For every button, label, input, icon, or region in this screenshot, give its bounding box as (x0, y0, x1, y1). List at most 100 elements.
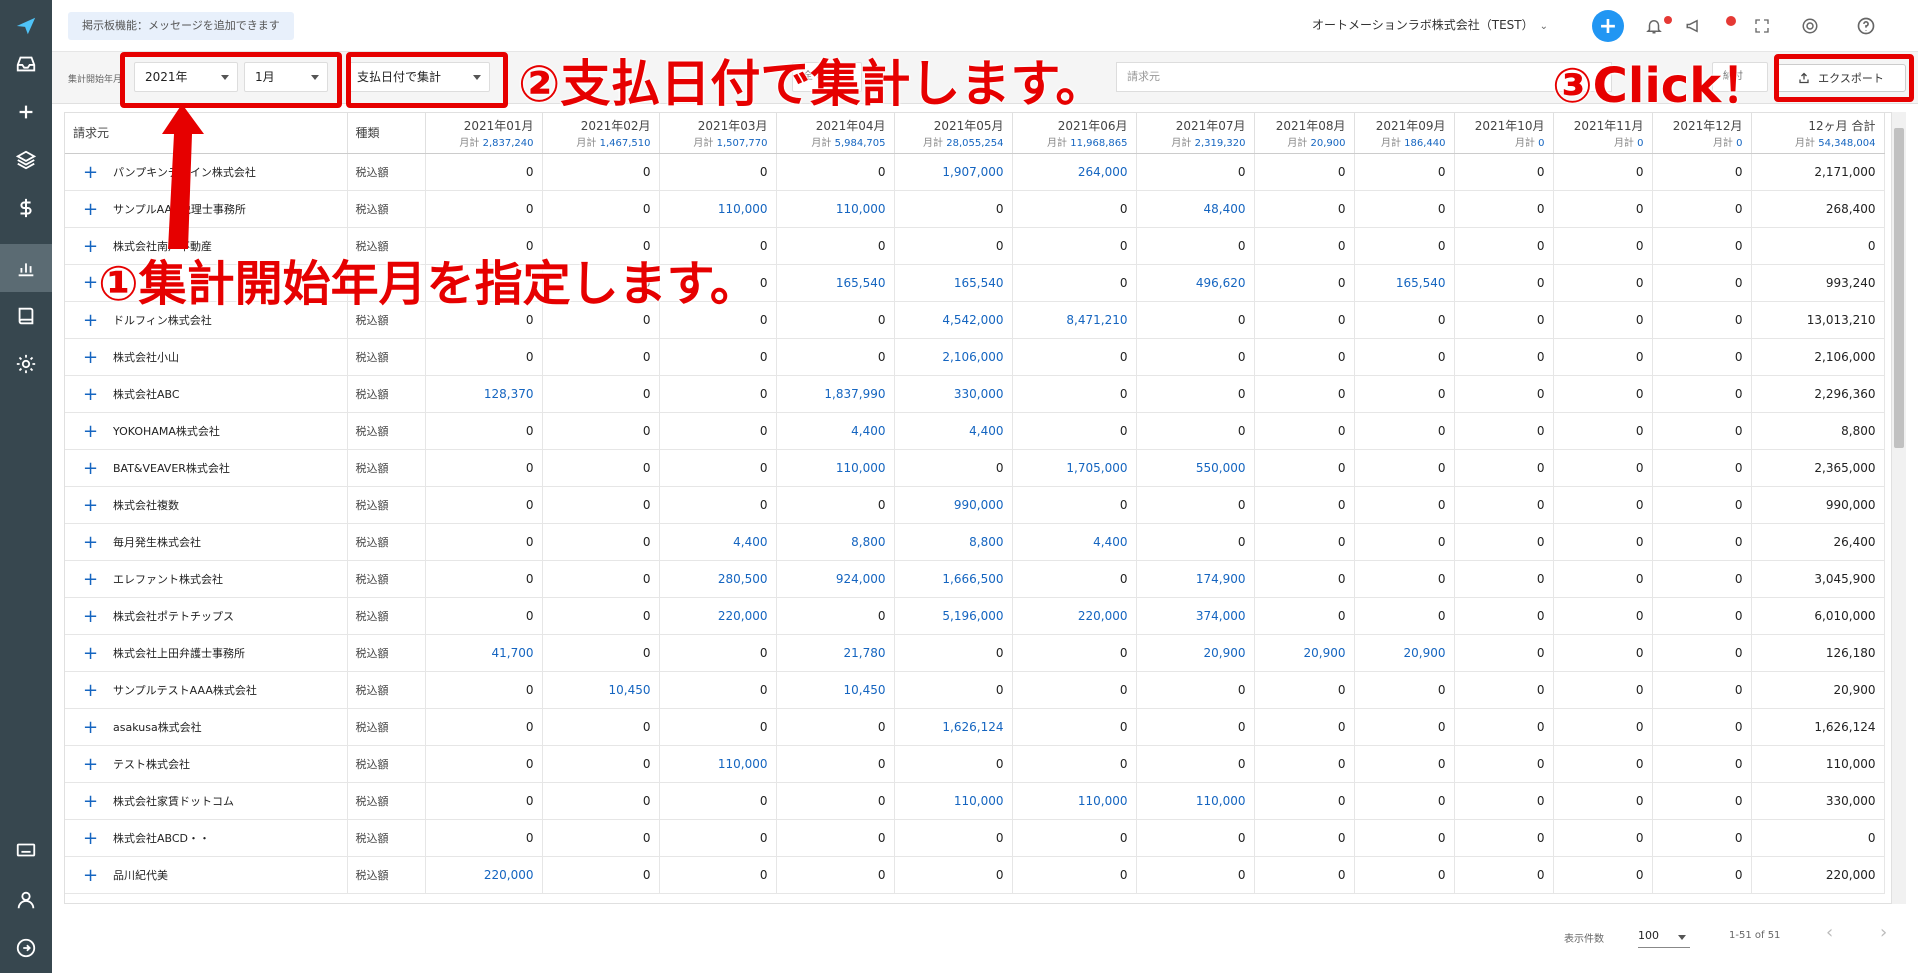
month-amount-cell[interactable]: 4,400 (659, 523, 777, 561)
biller-search-input[interactable]: 請求元 (1116, 62, 1612, 92)
expand-row-icon[interactable]: + (83, 570, 99, 588)
col-header-month[interactable]: 2021年09月 月計 186,440 (1354, 113, 1455, 154)
bell-icon[interactable] (1638, 10, 1670, 42)
expand-row-icon[interactable]: + (83, 681, 99, 699)
expand-row-icon[interactable]: + (83, 459, 99, 477)
col-header-month[interactable]: 2021年07月 月計 2,319,320 (1136, 113, 1255, 154)
col-header-month[interactable]: 2021年01月 月計 2,837,240 (425, 113, 543, 154)
month-amount-cell[interactable]: 110,000 (659, 745, 777, 783)
expand-row-icon[interactable]: + (83, 607, 99, 625)
expand-row-icon[interactable]: + (83, 311, 99, 329)
month-amount-cell[interactable]: 4,400 (894, 412, 1013, 450)
expand-row-icon[interactable]: + (83, 422, 99, 440)
col-header-total[interactable]: 12ヶ月 合計 月計 54,348,004 (1751, 113, 1885, 154)
col-header-month[interactable]: 2021年03月 月計 1,507,770 (659, 113, 777, 154)
month-amount-cell[interactable]: 110,000 (776, 449, 895, 487)
expand-row-icon[interactable]: + (83, 755, 99, 773)
month-amount-cell[interactable]: 41,700 (425, 634, 543, 672)
expand-row-icon[interactable]: + (83, 644, 99, 662)
expand-row-icon[interactable]: + (83, 237, 99, 255)
col-header-month[interactable]: 2021年06月 月計 11,968,865 (1012, 113, 1137, 154)
megaphone-icon[interactable] (1678, 10, 1710, 42)
month-amount-cell[interactable]: 4,400 (776, 412, 895, 450)
scrollbar-thumb[interactable] (1894, 128, 1904, 448)
expand-row-icon[interactable]: + (83, 792, 99, 810)
gear-icon[interactable] (0, 340, 52, 388)
month-amount-cell[interactable]: 21,780 (776, 634, 895, 672)
month-amount-cell[interactable]: 990,000 (894, 486, 1013, 524)
expand-row-icon[interactable]: + (83, 533, 99, 551)
add-fab-button[interactable]: + (1592, 10, 1624, 42)
month-amount-cell[interactable]: 110,000 (1012, 782, 1137, 820)
month-amount-cell[interactable]: 20,900 (1254, 634, 1355, 672)
col-header-month[interactable]: 2021年08月 月計 20,900 (1254, 113, 1355, 154)
layers-icon[interactable] (0, 136, 52, 184)
logout-icon[interactable] (0, 924, 52, 972)
month-amount-cell[interactable]: 550,000 (1136, 449, 1255, 487)
user-icon[interactable] (0, 876, 52, 924)
month-amount-cell[interactable]: 165,540 (894, 264, 1013, 302)
next-page-icon[interactable]: › (1880, 922, 1887, 943)
month-amount-cell[interactable]: 165,540 (1354, 264, 1455, 302)
month-amount-cell[interactable]: 128,370 (425, 375, 543, 413)
month-amount-cell[interactable]: 8,471,210 (1012, 301, 1137, 339)
bulletin-notice[interactable]: 掲示板機能：メッセージを追加できます (68, 12, 294, 40)
month-amount-cell[interactable]: 110,000 (659, 190, 777, 228)
inbox-icon[interactable] (0, 40, 52, 88)
prev-page-icon[interactable]: ‹ (1826, 922, 1833, 943)
fullscreen-icon[interactable] (1746, 10, 1778, 42)
month-amount-cell[interactable]: 374,000 (1136, 597, 1255, 635)
month-amount-cell[interactable]: 4,542,000 (894, 301, 1013, 339)
month-amount-cell[interactable]: 8,800 (894, 523, 1013, 561)
month-amount-cell[interactable]: 110,000 (1136, 782, 1255, 820)
month-amount-cell[interactable]: 496,620 (1136, 264, 1255, 302)
month-amount-cell[interactable]: 264,000 (1012, 153, 1137, 191)
col-header-month[interactable]: 2021年02月 月計 1,467,510 (542, 113, 660, 154)
month-amount-cell[interactable]: 280,500 (659, 560, 777, 598)
col-header-month[interactable]: 2021年05月 月計 28,055,254 (894, 113, 1013, 154)
help-icon[interactable] (1850, 10, 1882, 42)
month-amount-cell[interactable]: 220,000 (659, 597, 777, 635)
month-amount-cell[interactable]: 1,907,000 (894, 153, 1013, 191)
table-scrollbar[interactable] (1892, 112, 1906, 904)
month-amount-cell[interactable]: 4,400 (1012, 523, 1137, 561)
month-amount-cell[interactable]: 220,000 (425, 856, 543, 894)
keyboard-icon[interactable] (0, 826, 52, 874)
dollar-icon[interactable] (0, 184, 52, 232)
per-page-select[interactable]: 100 (1638, 924, 1690, 948)
col-header-month[interactable]: 2021年12月 月計 0 (1652, 113, 1752, 154)
month-amount-cell[interactable]: 174,900 (1136, 560, 1255, 598)
month-amount-cell[interactable]: 165,540 (776, 264, 895, 302)
month-amount-cell[interactable]: 10,450 (776, 671, 895, 709)
col-header-month[interactable]: 2021年11月 月計 0 (1553, 113, 1653, 154)
month-amount-cell[interactable]: 10,450 (542, 671, 660, 709)
col-header-month[interactable]: 2021年10月 月計 0 (1454, 113, 1554, 154)
month-amount-cell[interactable]: 2,106,000 (894, 338, 1013, 376)
company-switcher[interactable]: オートメーションラボ株式会社（TEST） ⌄ (1312, 16, 1548, 33)
month-amount-cell[interactable]: 48,400 (1136, 190, 1255, 228)
month-amount-cell[interactable]: 1,666,500 (894, 560, 1013, 598)
month-amount-cell[interactable]: 924,000 (776, 560, 895, 598)
support-icon[interactable] (1794, 10, 1826, 42)
month-amount-cell[interactable]: 1,705,000 (1012, 449, 1137, 487)
month-amount-cell[interactable]: 20,900 (1136, 634, 1255, 672)
month-amount-cell[interactable]: 330,000 (894, 375, 1013, 413)
col-header-kind[interactable]: 種類 (347, 113, 426, 154)
month-amount-cell[interactable]: 220,000 (1012, 597, 1137, 635)
expand-row-icon[interactable]: + (83, 348, 99, 366)
expand-row-icon[interactable]: + (83, 496, 99, 514)
expand-row-icon[interactable]: + (83, 163, 99, 181)
month-amount-cell[interactable]: 1,837,990 (776, 375, 895, 413)
expand-row-icon[interactable]: + (83, 718, 99, 736)
expand-row-icon[interactable]: + (83, 385, 99, 403)
expand-row-icon[interactable]: + (83, 829, 99, 847)
month-amount-cell[interactable]: 1,626,124 (894, 708, 1013, 746)
book-icon[interactable] (0, 292, 52, 340)
expand-row-icon[interactable]: + (83, 200, 99, 218)
month-amount-cell[interactable]: 110,000 (894, 782, 1013, 820)
expand-row-icon[interactable]: + (83, 866, 99, 884)
col-header-month[interactable]: 2021年04月 月計 5,984,705 (776, 113, 895, 154)
month-amount-cell[interactable]: 20,900 (1354, 634, 1455, 672)
month-amount-cell[interactable]: 8,800 (776, 523, 895, 561)
month-amount-cell[interactable]: 5,196,000 (894, 597, 1013, 635)
